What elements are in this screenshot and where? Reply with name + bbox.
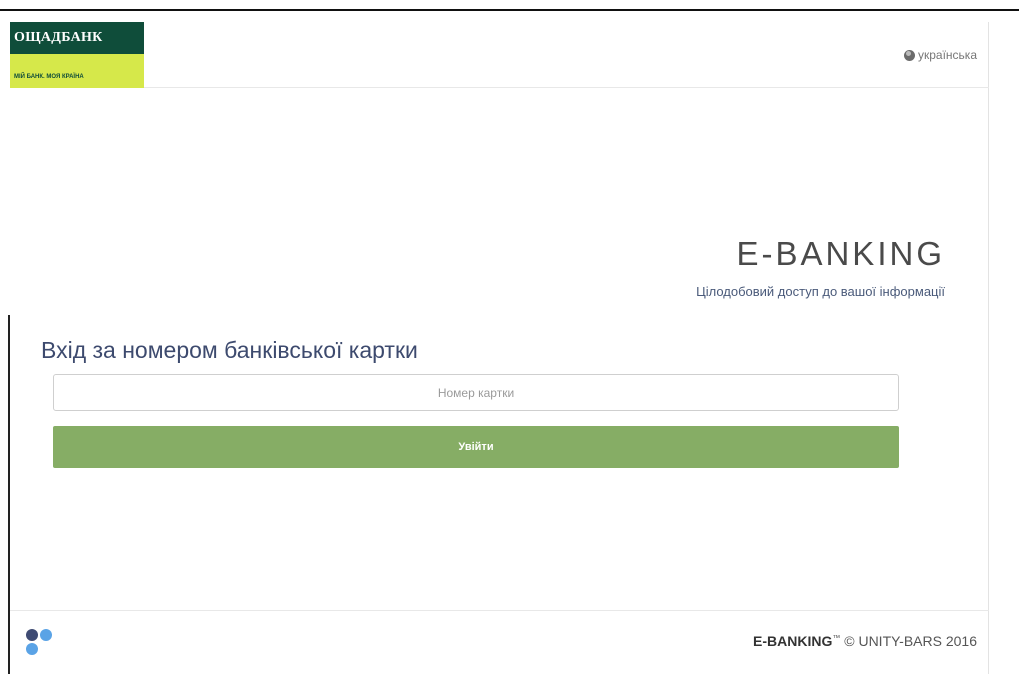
copyright-product: E-BANKING <box>753 633 833 649</box>
globe-icon <box>904 49 915 61</box>
top-divider <box>0 9 1019 11</box>
card-number-input[interactable] <box>53 374 899 411</box>
language-selector[interactable]: українська <box>904 48 977 62</box>
dot-light-icon <box>40 629 52 641</box>
unity-bars-dots-icon <box>26 629 60 659</box>
header: ОЩАДБАНК МІЙ БАНК. МОЯ КРАЇНА українська <box>10 22 989 88</box>
footer: E-BANKING™ © UNITY-BARS 2016 <box>10 610 989 674</box>
logo-name: ОЩАДБАНК <box>10 22 144 54</box>
login-button[interactable]: Увійти <box>53 426 899 468</box>
dot-light-icon <box>26 643 38 655</box>
copyright-text: © UNITY-BARS 2016 <box>840 633 977 649</box>
language-label: українська <box>918 48 977 62</box>
logo-slogan: МІЙ БАНК. МОЯ КРАЇНА <box>10 54 144 88</box>
dot-dark-icon <box>26 629 38 641</box>
oschadbank-logo[interactable]: ОЩАДБАНК МІЙ БАНК. МОЯ КРАЇНА <box>10 22 144 88</box>
brand-subtitle: Цілодобовий доступ до вашої інформації <box>696 284 945 299</box>
login-title: Вхід за номером банківської картки <box>41 337 418 363</box>
login-window: ОЩАДБАНК МІЙ БАНК. МОЯ КРАЇНА українська… <box>10 22 989 674</box>
page: ОЩАДБАНК МІЙ БАНК. МОЯ КРАЇНА українська… <box>0 0 1019 674</box>
brand-title: E-BANKING <box>736 235 945 272</box>
brand-block: E-BANKING Цілодобовий доступ до вашої ін… <box>696 234 945 299</box>
copyright: E-BANKING™ © UNITY-BARS 2016 <box>753 633 977 649</box>
